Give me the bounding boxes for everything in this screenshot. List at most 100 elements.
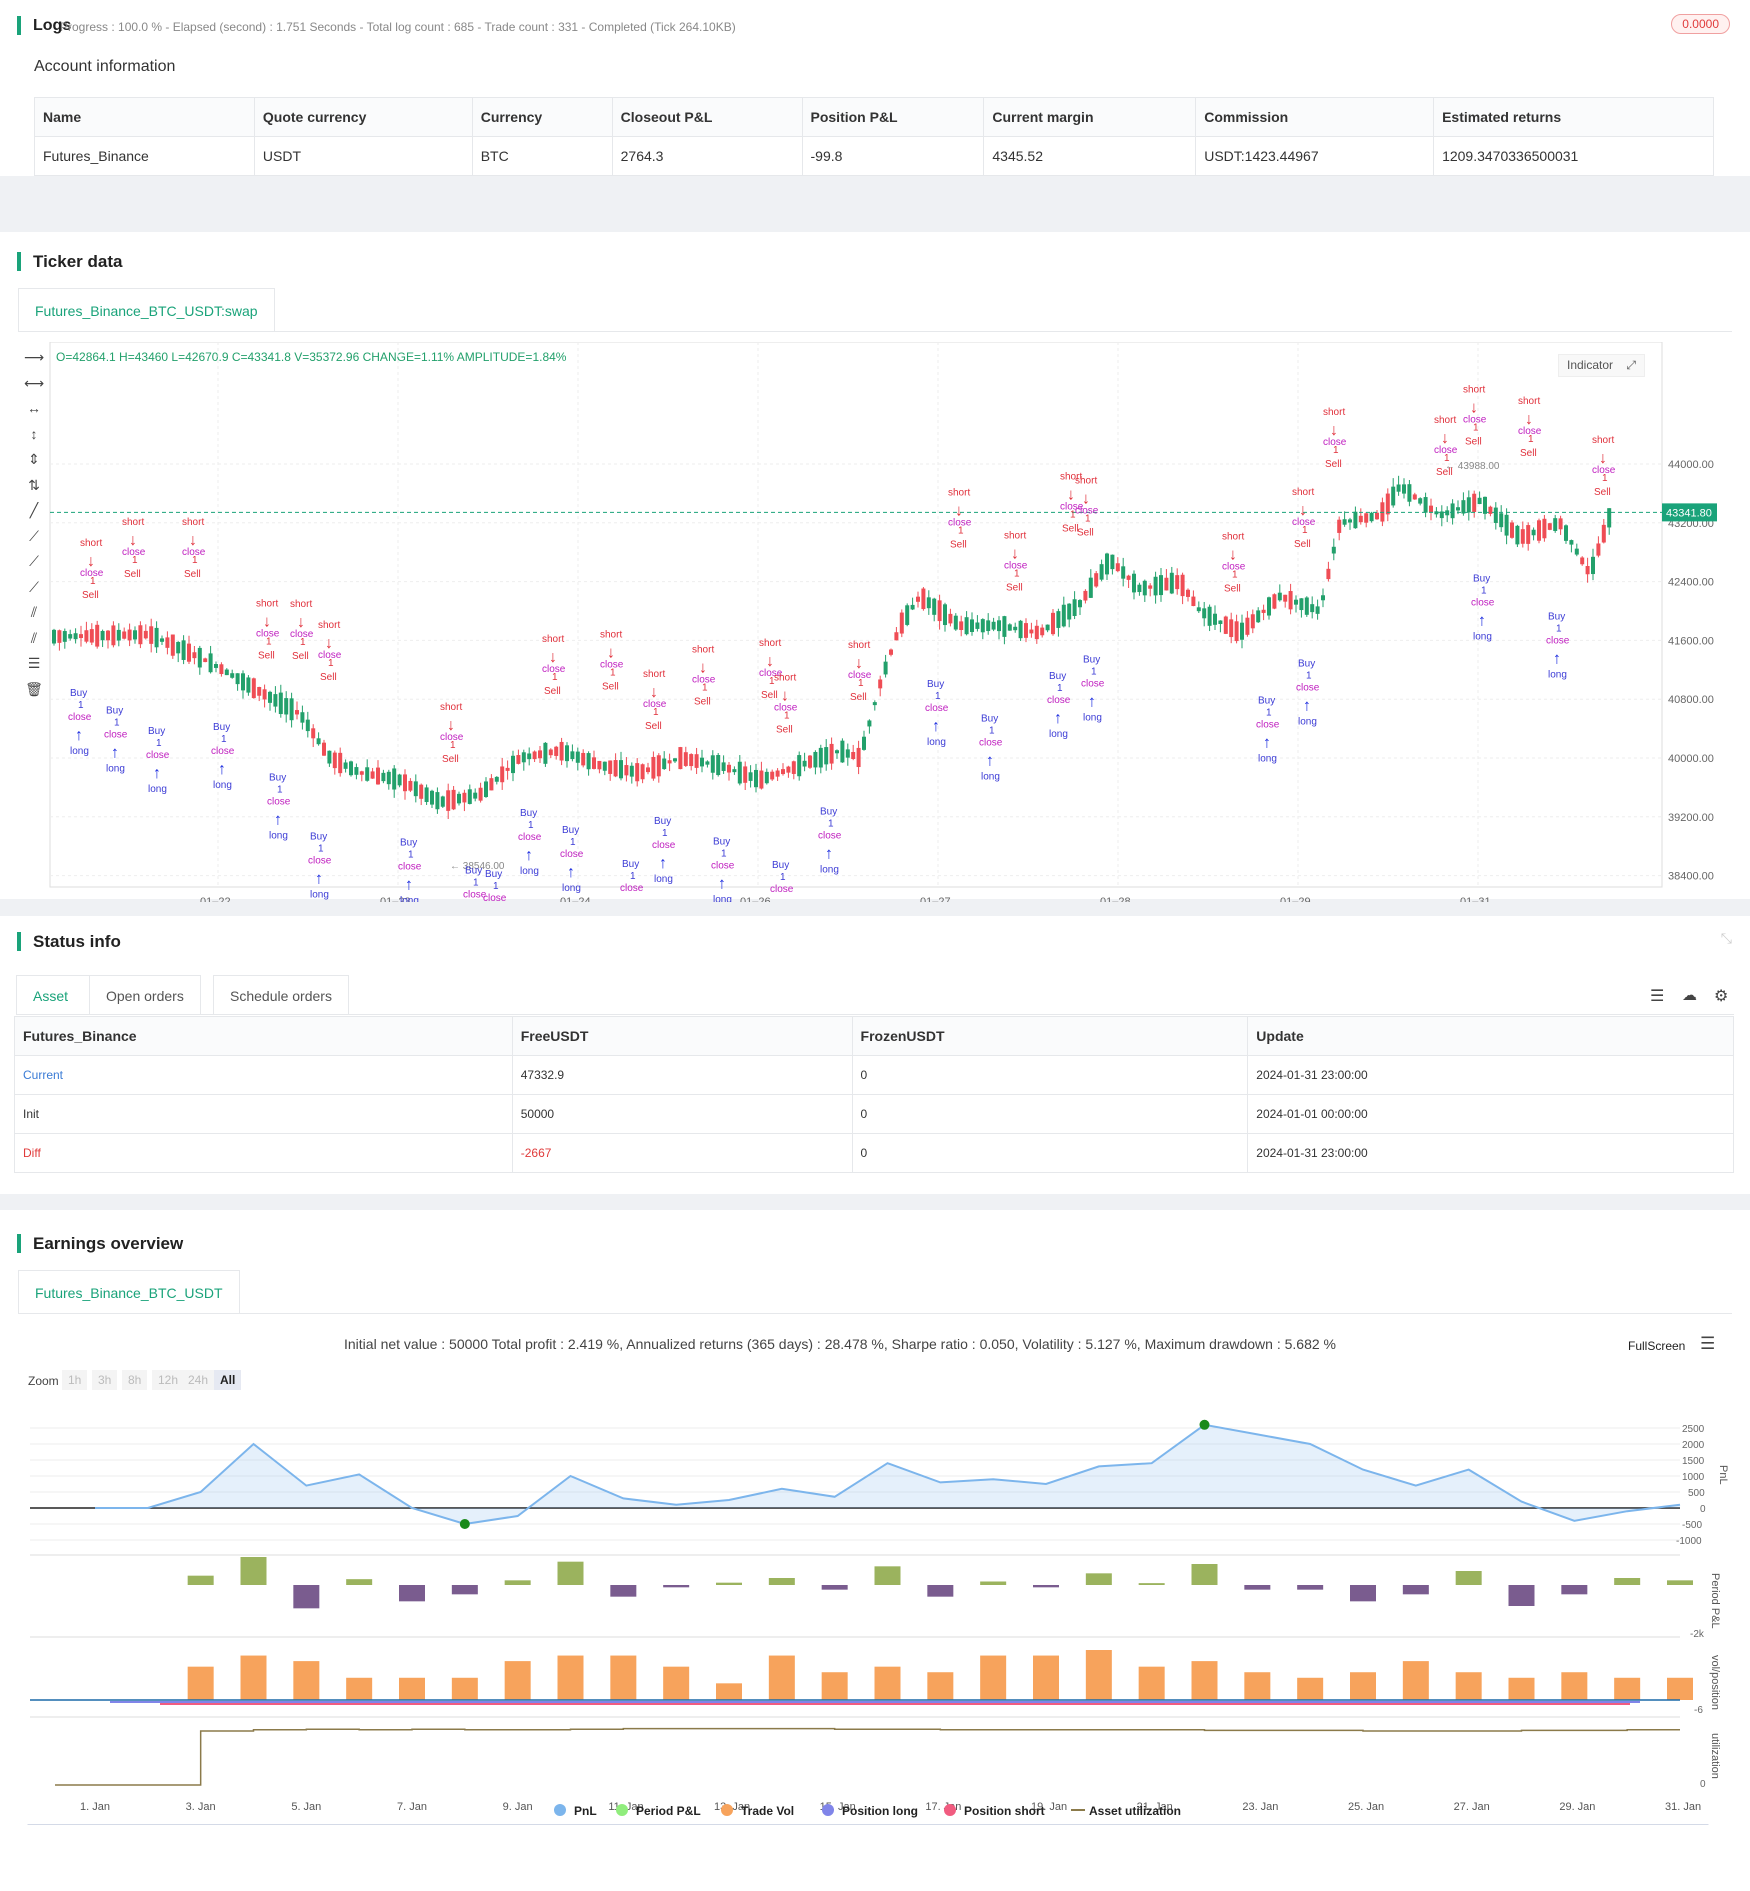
gear-icon[interactable]: ⚙ <box>1714 986 1728 1006</box>
ticker-title: Ticker data <box>17 252 122 271</box>
tab-earnings-symbol[interactable]: Futures_Binance_BTC_USDT <box>18 1270 240 1314</box>
x-date-label: 9. Jan <box>503 1801 533 1813</box>
legend-item: Position long <box>842 1804 918 1818</box>
list-icon[interactable]: ☰ <box>1650 986 1664 1006</box>
zoom-button-3h[interactable]: 3h <box>92 1370 118 1390</box>
candle-body <box>732 769 737 773</box>
earnings-chart[interactable]: 2500 2000 1500 1000 500 0 -500 -1000 PnL -2k Perio… <box>0 1405 1750 1825</box>
long-signal-label: long <box>1083 713 1102 724</box>
candle-body <box>1564 525 1568 541</box>
period-pnl-bar <box>610 1585 637 1597</box>
candle-body <box>802 760 807 767</box>
tab-schedule-orders[interactable]: Schedule orders <box>213 975 349 1015</box>
close-label: close <box>692 674 716 685</box>
signal-qty: 1 <box>473 878 479 889</box>
candle-body <box>1569 540 1574 545</box>
y-tick-label: 38400.00 <box>1668 871 1714 883</box>
period-pnl-bar <box>821 1585 848 1590</box>
candle-body <box>386 771 391 785</box>
candle-body <box>511 755 515 774</box>
close-label: close <box>1518 426 1542 437</box>
zoom-button-1h[interactable]: 1h <box>62 1370 88 1390</box>
asset-cell: 2024-01-31 23:00:00 <box>1247 1133 1734 1173</box>
long-arrow-icon: ↑ <box>567 864 575 881</box>
asset-cell[interactable]: Current <box>14 1055 513 1095</box>
account-cell: USDT <box>253 136 473 176</box>
candle-body <box>1531 529 1536 536</box>
long-arrow-icon: ↑ <box>274 811 282 828</box>
min-pnl-point <box>459 1519 470 1529</box>
close-label: close <box>948 518 972 529</box>
zoom-button-12h[interactable]: 12h <box>152 1370 185 1390</box>
candle-body <box>651 756 656 779</box>
zoom-button-All[interactable]: All <box>214 1370 242 1390</box>
signal-qty: 1 <box>318 843 324 854</box>
asset-cell: 2024-01-31 23:00:00 <box>1247 1055 1734 1095</box>
long-arrow-icon: ↑ <box>1553 651 1561 668</box>
candle-body <box>1601 524 1606 543</box>
candle-body <box>187 643 191 662</box>
period-pnl-bar <box>1561 1585 1588 1595</box>
close-label: close <box>1546 636 1570 647</box>
y-tick-label: 44000.00 <box>1668 459 1714 471</box>
sell-label: Sell <box>1077 527 1094 538</box>
candle-body <box>133 630 137 640</box>
x-tick-label: 01–28 <box>1100 896 1131 902</box>
legend-swatch[interactable] <box>721 1804 733 1816</box>
menu-icon[interactable]: ☰ <box>1700 1334 1715 1354</box>
period-pnl-bar <box>1508 1585 1535 1606</box>
legend-swatch[interactable] <box>616 1804 628 1816</box>
trade-vol-bar <box>610 1655 637 1700</box>
candle-body <box>710 755 715 773</box>
logs-badge[interactable]: 0.0000 <box>1671 14 1730 34</box>
account-cell: 1209.3470336500031 <box>1433 136 1714 176</box>
tab-asset[interactable]: Asset <box>16 975 90 1015</box>
x-date-label: 3. Jan <box>186 1801 216 1813</box>
x-date-label: 5. Jan <box>291 1801 321 1813</box>
trade-vol-bar <box>1297 1677 1324 1700</box>
long-arrow-icon: ↑ <box>218 761 226 778</box>
tab-open-orders[interactable]: Open orders <box>89 975 201 1015</box>
candle-body <box>1196 607 1201 612</box>
candle-body <box>424 787 429 803</box>
long-arrow-icon: ↑ <box>659 855 667 872</box>
candle-body <box>602 761 607 771</box>
zoom-button-24h[interactable]: 24h <box>182 1370 215 1390</box>
cloud-download-icon[interactable]: ☁ <box>1682 986 1697 1004</box>
account-cell: Futures_Binance <box>34 136 255 176</box>
asset-col-header: FrozenUSDT <box>851 1016 1249 1056</box>
short-signal-label: short <box>1292 487 1314 498</box>
buy-label: Buy <box>1049 671 1066 682</box>
candle-body <box>1483 496 1487 514</box>
candle-body <box>964 617 969 635</box>
collapse-icon[interactable]: ⤡ <box>1721 930 1732 947</box>
legend-swatch[interactable] <box>944 1804 956 1816</box>
close-label: close <box>600 660 624 671</box>
candle-body <box>397 774 402 786</box>
tab-ticker-symbol[interactable]: Futures_Binance_BTC_USDT:swap <box>18 288 275 332</box>
close-label: close <box>290 629 314 640</box>
candle-body <box>473 792 478 799</box>
candle-body <box>311 728 316 739</box>
candle-body <box>1018 620 1023 639</box>
zoom-button-8h[interactable]: 8h <box>122 1370 148 1390</box>
candle-body <box>948 613 953 624</box>
candle-body <box>1159 575 1163 596</box>
candle-body <box>1002 616 1007 637</box>
candlestick-chart[interactable]: 44000.0043200.0042400.0041600.0040800.00… <box>0 342 1750 902</box>
x-tick-label: 01–29 <box>1280 896 1311 902</box>
legend-swatch[interactable] <box>822 1804 834 1816</box>
legend-swatch[interactable] <box>554 1804 566 1816</box>
buy-label: Buy <box>981 714 998 725</box>
candle-body <box>1574 548 1579 555</box>
pnl-area <box>95 1424 1680 1524</box>
candle-body <box>597 760 602 770</box>
candle-body <box>1250 614 1255 629</box>
fullscreen-button[interactable]: FullScreen <box>1628 1339 1685 1353</box>
candle-body <box>73 633 78 640</box>
signal-qty: 1 <box>156 738 162 749</box>
candle-body <box>143 630 148 639</box>
asset-cell: 2024-01-01 00:00:00 <box>1247 1094 1734 1134</box>
candle-body <box>365 767 370 781</box>
candle-body <box>1542 518 1547 539</box>
